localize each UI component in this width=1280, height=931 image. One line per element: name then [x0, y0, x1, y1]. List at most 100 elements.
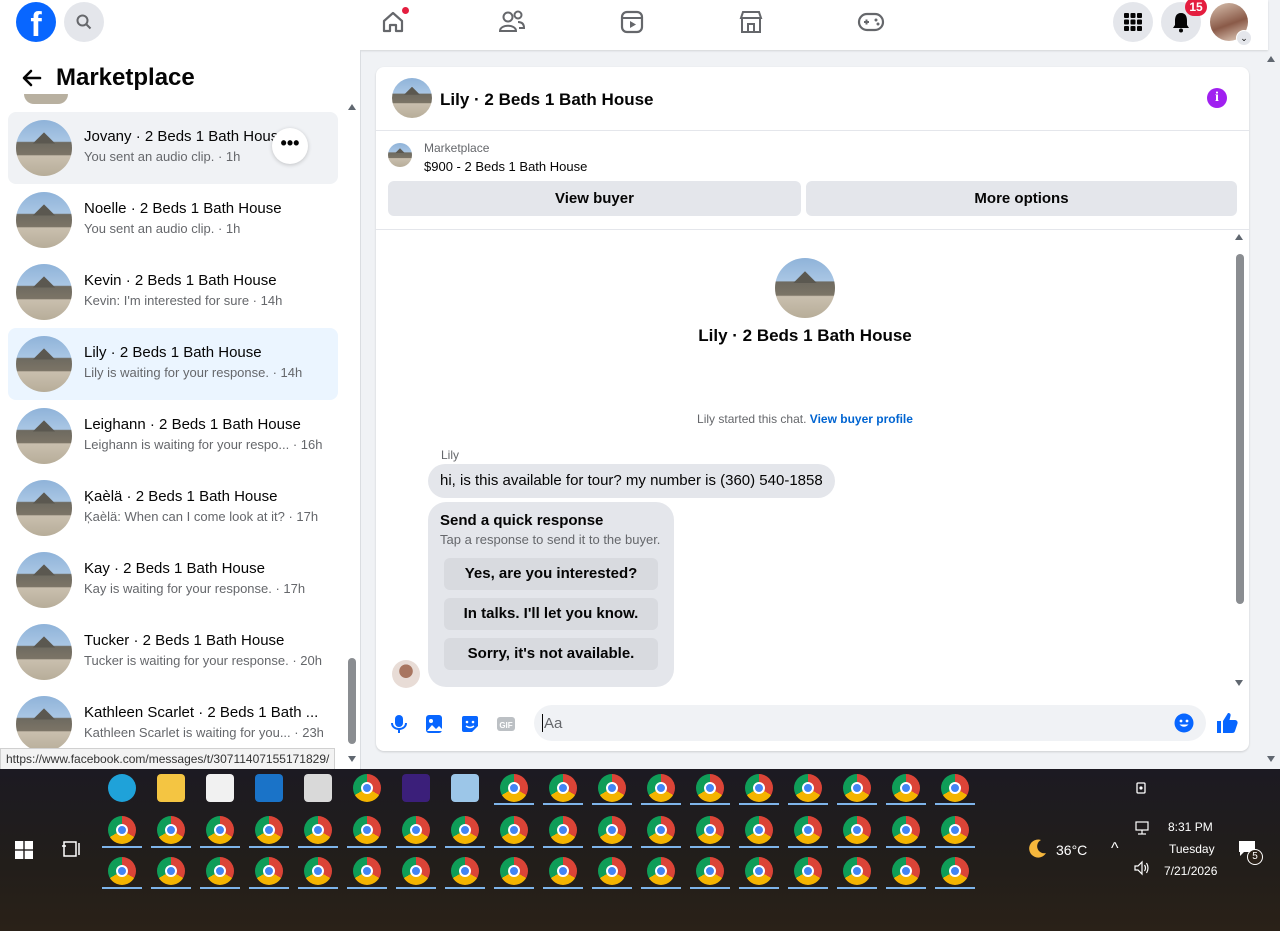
quick-response-in-talks[interactable]: In talks. I'll let you know. [444, 598, 658, 630]
photo-icon[interactable] [423, 713, 445, 735]
sticker-icon[interactable] [459, 713, 481, 735]
chrome-profile-icon[interactable] [745, 774, 773, 802]
nav-home[interactable] [375, 7, 411, 37]
chrome-profile-icon[interactable] [500, 857, 528, 885]
thread-scroll-up[interactable] [1235, 234, 1243, 240]
chevron-down-icon[interactable]: ⌄ [1236, 30, 1252, 46]
more-options-icon[interactable]: ••• [272, 128, 308, 164]
more-options-button[interactable]: More options [806, 181, 1237, 216]
purple-app-icon[interactable] [402, 774, 430, 802]
task-view-icon[interactable] [62, 840, 82, 858]
chrome-profile-icon[interactable] [206, 816, 234, 844]
outlook-icon[interactable] [255, 774, 283, 802]
conversation-item[interactable]: Tucker · 2 Beds 1 Bath House Tucker is wa… [8, 616, 338, 688]
conversation-item[interactable]: Kevin · 2 Beds 1 Bath House Kevin: I'm in… [8, 256, 338, 328]
chrome-profile-icon[interactable] [157, 816, 185, 844]
chrome-profile-icon[interactable] [500, 816, 528, 844]
chrome-profile-icon[interactable] [941, 774, 969, 802]
edge-icon[interactable] [108, 774, 136, 802]
thread-avatar[interactable] [775, 258, 835, 318]
chrome-profile-icon[interactable] [794, 816, 822, 844]
chrome-profile-icon[interactable] [696, 857, 724, 885]
thread-scroll-down[interactable] [1235, 680, 1243, 686]
chat-title[interactable]: Lily · 2 Beds 1 Bath House [440, 90, 654, 110]
page-scroll-up[interactable] [1267, 56, 1275, 62]
nav-watch[interactable] [614, 7, 650, 37]
chrome-profile-icon[interactable] [549, 816, 577, 844]
nav-gaming[interactable] [853, 7, 889, 37]
incoming-message[interactable]: hi, is this available for tour? my numbe… [428, 464, 835, 498]
chrome-profile-icon[interactable] [353, 816, 381, 844]
thumbs-up-icon[interactable] [1215, 711, 1239, 735]
chrome-profile-icon[interactable] [892, 857, 920, 885]
clock-date[interactable]: 7/21/2026 [1164, 864, 1217, 878]
chrome-profile-icon[interactable] [941, 816, 969, 844]
chrome-profile-icon[interactable] [843, 857, 871, 885]
chrome-profile-icon[interactable] [598, 857, 626, 885]
quick-response-not-available[interactable]: Sorry, it's not available. [444, 638, 658, 670]
chevron-up-icon[interactable]: ^ [1111, 840, 1119, 858]
view-buyer-profile-link[interactable]: View buyer profile [810, 412, 913, 426]
file-explorer-icon[interactable] [157, 774, 185, 802]
chrome-profile-icon[interactable] [794, 774, 822, 802]
clock-day[interactable]: Tuesday [1169, 842, 1215, 856]
chrome-profile-icon[interactable] [598, 816, 626, 844]
volume-icon[interactable] [1133, 860, 1151, 876]
conversation-item[interactable]: Kathleen Scarlet · 2 Beds 1 Bath ... Kath… [8, 688, 338, 752]
chrome-profile-icon[interactable] [843, 816, 871, 844]
gif-icon[interactable]: GIF [495, 713, 517, 735]
chrome-profile-icon[interactable] [304, 857, 332, 885]
conversation-item[interactable]: Jovany · 2 Beds 1 Bath House You sent an … [8, 112, 338, 184]
chrome-profile-icon[interactable] [794, 857, 822, 885]
info-icon[interactable]: i [1207, 88, 1227, 108]
chrome-profile-icon[interactable] [647, 857, 675, 885]
chrome-profile-icon[interactable] [402, 816, 430, 844]
message-input[interactable]: Aa [534, 705, 1206, 741]
network-icon[interactable] [1133, 821, 1151, 835]
emoji-icon[interactable] [1174, 713, 1194, 733]
conversation-item[interactable]: Ķaèlä · 2 Beds 1 Bath House Ķaèlä: When c… [8, 472, 338, 544]
thread-scrollbar-thumb[interactable] [1236, 254, 1244, 604]
conversation-item[interactable]: Kay · 2 Beds 1 Bath House Kay is waiting … [8, 544, 338, 616]
conversation-item[interactable]: Lily · 2 Beds 1 Bath House Lily is waitin… [8, 328, 338, 400]
facebook-logo[interactable]: f [16, 2, 56, 42]
chrome-m-icon[interactable] [353, 774, 381, 802]
menu-button[interactable] [1113, 2, 1153, 42]
page-scroll-down[interactable] [1267, 756, 1275, 762]
quick-response-yes[interactable]: Yes, are you interested? [444, 558, 658, 590]
chrome-profile-icon[interactable] [696, 816, 724, 844]
notepad-icon[interactable] [451, 774, 479, 802]
chrome-profile-icon[interactable] [304, 816, 332, 844]
chrome-profile-icon[interactable] [647, 774, 675, 802]
view-buyer-button[interactable]: View buyer [388, 181, 801, 216]
meet-now-icon[interactable] [1135, 781, 1149, 795]
chrome-profile-icon[interactable] [549, 857, 577, 885]
chrome-profile-icon[interactable] [108, 857, 136, 885]
chrome-profile-icon[interactable] [353, 857, 381, 885]
chrome-profile-icon[interactable] [402, 857, 430, 885]
chrome-profile-icon[interactable] [157, 857, 185, 885]
microphone-icon[interactable] [388, 713, 410, 735]
sidebar-scrollbar-thumb[interactable] [348, 658, 356, 744]
nav-marketplace[interactable] [733, 7, 769, 37]
sidebar-scroll-down[interactable] [348, 756, 356, 762]
chrome-profile-icon[interactable] [745, 857, 773, 885]
chrome-profile-icon[interactable] [451, 857, 479, 885]
sidebar-scroll-up[interactable] [348, 104, 356, 110]
chrome-profile-icon[interactable] [451, 816, 479, 844]
chrome-profile-icon[interactable] [108, 816, 136, 844]
chrome-profile-icon[interactable] [892, 816, 920, 844]
chrome-profile-icon[interactable] [255, 816, 283, 844]
search-button[interactable] [64, 2, 104, 42]
chrome-profile-icon[interactable] [843, 774, 871, 802]
listing-thumbnail[interactable] [388, 143, 412, 167]
app-icon[interactable] [304, 774, 332, 802]
chrome-profile-icon[interactable] [255, 857, 283, 885]
back-arrow-icon[interactable] [20, 66, 44, 90]
chrome-profile-icon[interactable] [206, 857, 234, 885]
chrome-profile-icon[interactable] [941, 857, 969, 885]
weather-temperature[interactable]: 36°C [1056, 842, 1087, 858]
chrome-profile-icon[interactable] [892, 774, 920, 802]
listing-title[interactable]: $900 - 2 Beds 1 Bath House [424, 159, 587, 174]
chrome-profile-icon[interactable] [745, 816, 773, 844]
